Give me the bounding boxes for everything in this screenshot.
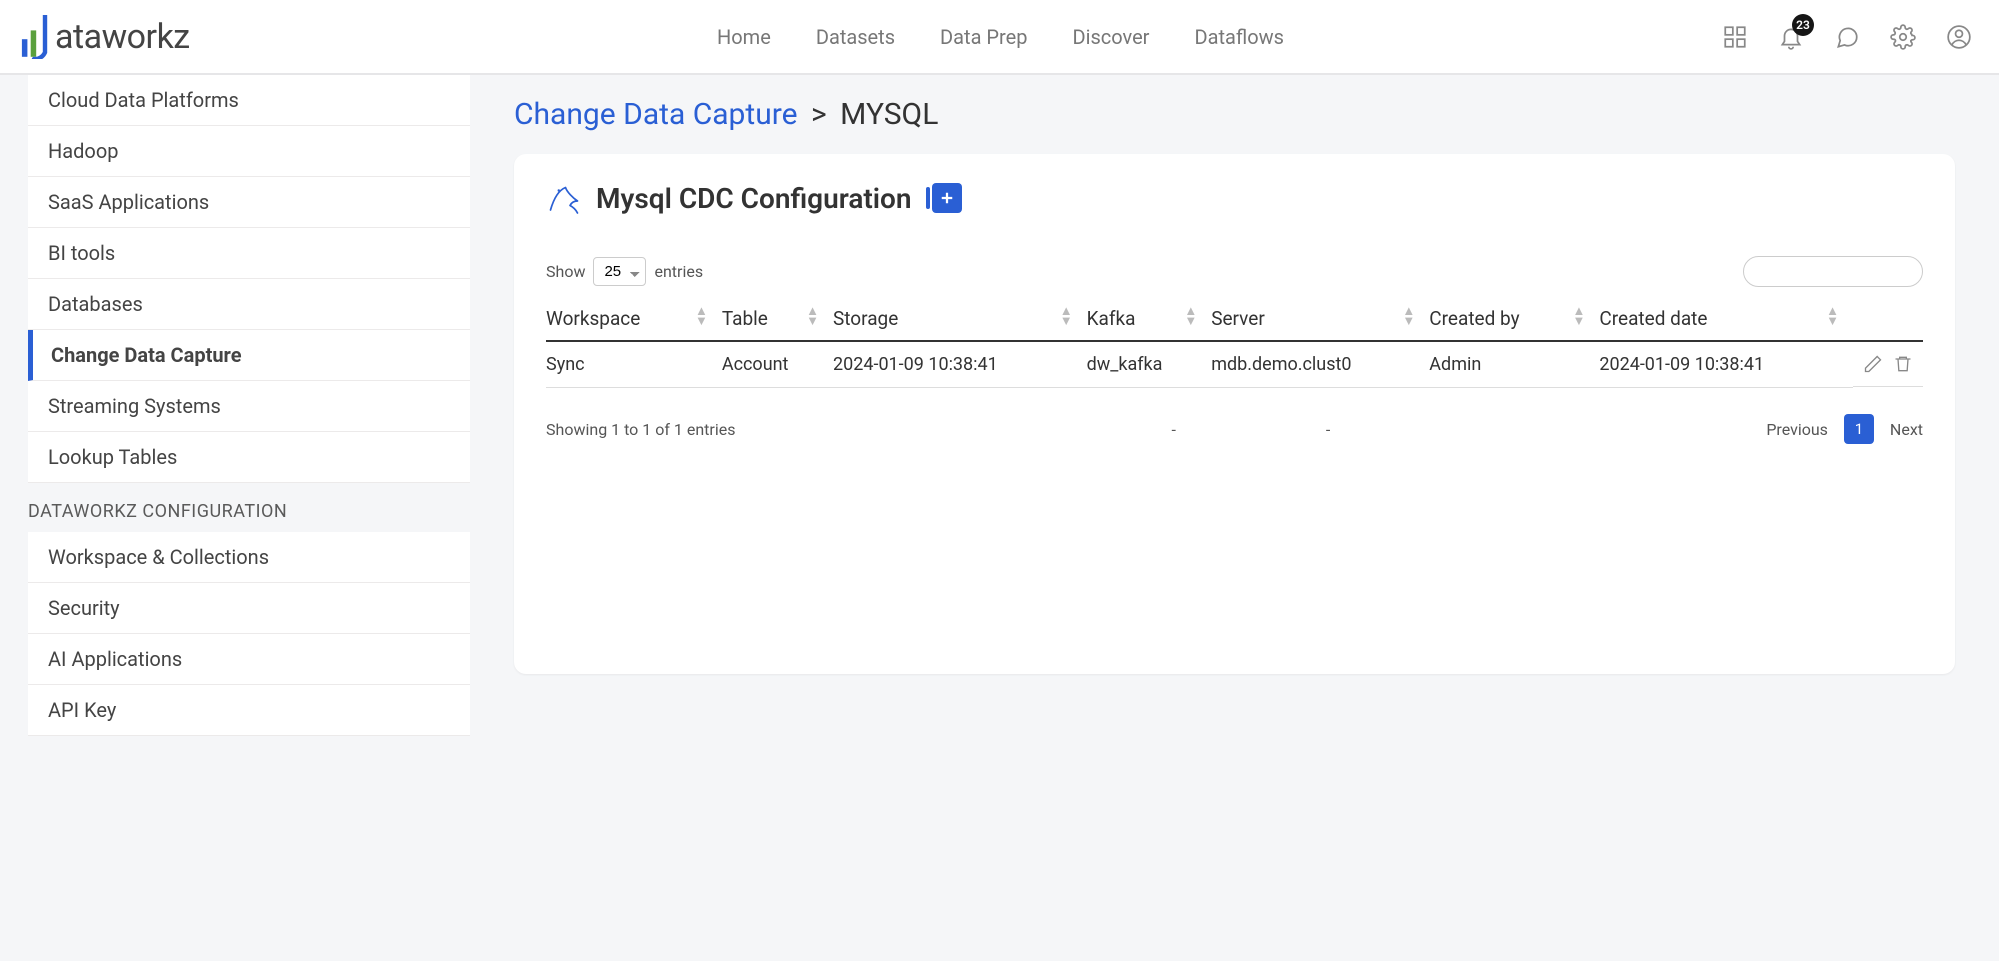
entries-select[interactable]: 25 bbox=[593, 257, 646, 286]
config-table: Workspace▲▼Table▲▼Storage▲▼Kafka▲▼Server… bbox=[546, 297, 1923, 388]
breadcrumb-sep: > bbox=[811, 97, 827, 132]
sidebar: Cloud Data PlatformsHadoopSaaS Applicati… bbox=[0, 75, 470, 961]
page-1[interactable]: 1 bbox=[1844, 414, 1874, 444]
delete-icon[interactable] bbox=[1893, 354, 1913, 374]
col-actions bbox=[1853, 297, 1923, 341]
add-config-button[interactable] bbox=[932, 183, 962, 213]
mysql-icon bbox=[546, 180, 582, 216]
sidebar-item-workspace-collections[interactable]: Workspace & Collections bbox=[28, 532, 470, 583]
cell-storage: 2024-01-09 10:38:41 bbox=[833, 341, 1087, 388]
logo-icon bbox=[20, 15, 48, 59]
sort-icon: ▲▼ bbox=[1402, 307, 1415, 327]
next-page[interactable]: Next bbox=[1890, 420, 1923, 439]
col-created-date[interactable]: Created date▲▼ bbox=[1599, 297, 1853, 341]
sort-icon: ▲▼ bbox=[1826, 307, 1839, 327]
config-panel: Mysql CDC Configuration Show 25 entries bbox=[514, 154, 1955, 674]
sort-icon: ▲▼ bbox=[1572, 307, 1585, 327]
nav-datasets[interactable]: Datasets bbox=[816, 25, 895, 49]
cell-created_date: 2024-01-09 10:38:41 bbox=[1599, 341, 1853, 388]
sidebar-item-api-key[interactable]: API Key bbox=[28, 685, 470, 736]
apps-icon[interactable] bbox=[1721, 23, 1749, 51]
notif-badge: 23 bbox=[1792, 14, 1814, 36]
sidebar-item-lookup-tables[interactable]: Lookup Tables bbox=[28, 432, 470, 483]
top-nav: Home Datasets Data Prep Discover Dataflo… bbox=[320, 25, 1681, 49]
col-created-by[interactable]: Created by▲▼ bbox=[1429, 297, 1599, 341]
sidebar-item-change-data-capture[interactable]: Change Data Capture bbox=[28, 330, 470, 381]
sort-icon: ▲▼ bbox=[806, 307, 819, 327]
logo[interactable]: ataworkz bbox=[20, 15, 280, 59]
col-workspace[interactable]: Workspace▲▼ bbox=[546, 297, 722, 341]
header: ataworkz Home Datasets Data Prep Discove… bbox=[0, 0, 1999, 75]
nav-data-prep[interactable]: Data Prep bbox=[940, 25, 1027, 49]
nav-home[interactable]: Home bbox=[717, 25, 771, 49]
content: Change Data Capture > MYSQL Mysql CDC Co… bbox=[470, 75, 1999, 961]
sidebar-item-hadoop[interactable]: Hadoop bbox=[28, 126, 470, 177]
show-label-post: entries bbox=[654, 262, 703, 281]
cell-server: mdb.demo.clust0 bbox=[1211, 341, 1429, 388]
breadcrumb-root[interactable]: Change Data Capture bbox=[514, 97, 798, 132]
search-input[interactable] bbox=[1743, 256, 1923, 287]
gear-icon[interactable] bbox=[1889, 23, 1917, 51]
cell-created_by: Admin bbox=[1429, 341, 1599, 388]
sidebar-item-streaming-systems[interactable]: Streaming Systems bbox=[28, 381, 470, 432]
cell-kafka: dw_kafka bbox=[1087, 341, 1212, 388]
sidebar-item-security[interactable]: Security bbox=[28, 583, 470, 634]
col-table[interactable]: Table▲▼ bbox=[722, 297, 833, 341]
cell-actions bbox=[1853, 342, 1923, 387]
sidebar-item-cloud-data-platforms[interactable]: Cloud Data Platforms bbox=[28, 75, 470, 126]
pagination: Previous 1 Next bbox=[1766, 414, 1923, 444]
prev-page[interactable]: Previous bbox=[1766, 420, 1828, 439]
cell-workspace: Sync bbox=[546, 341, 722, 388]
breadcrumb-leaf: MYSQL bbox=[840, 97, 938, 132]
sort-icon: ▲▼ bbox=[1184, 307, 1197, 327]
sidebar-item-saas-applications[interactable]: SaaS Applications bbox=[28, 177, 470, 228]
sidebar-item-bi-tools[interactable]: BI tools bbox=[28, 228, 470, 279]
col-storage[interactable]: Storage▲▼ bbox=[833, 297, 1087, 341]
nav-discover[interactable]: Discover bbox=[1072, 25, 1149, 49]
sidebar-item-databases[interactable]: Databases bbox=[28, 279, 470, 330]
col-kafka[interactable]: Kafka▲▼ bbox=[1087, 297, 1212, 341]
footer-dashes: -- bbox=[735, 420, 1766, 439]
user-icon[interactable] bbox=[1945, 23, 1973, 51]
sidebar-section-title: DATAWORKZ CONFIGURATION bbox=[0, 483, 470, 532]
bell-icon[interactable]: 23 bbox=[1777, 23, 1805, 51]
breadcrumb: Change Data Capture > MYSQL bbox=[514, 97, 1955, 132]
header-actions: 23 bbox=[1721, 23, 1979, 51]
table-info: Showing 1 to 1 of 1 entries bbox=[546, 420, 735, 439]
nav-dataflows[interactable]: Dataflows bbox=[1194, 25, 1284, 49]
cell-table: Account bbox=[722, 341, 833, 388]
sort-icon: ▲▼ bbox=[1060, 307, 1073, 327]
sort-icon: ▲▼ bbox=[695, 307, 708, 327]
table-row: SyncAccount2024-01-09 10:38:41dw_kafkamd… bbox=[546, 341, 1923, 388]
col-server[interactable]: Server▲▼ bbox=[1211, 297, 1429, 341]
show-label-pre: Show bbox=[546, 262, 585, 281]
sidebar-item-ai-applications[interactable]: AI Applications bbox=[28, 634, 470, 685]
chat-icon[interactable] bbox=[1833, 23, 1861, 51]
logo-text: ataworkz bbox=[55, 17, 190, 57]
panel-title: Mysql CDC Configuration bbox=[596, 182, 912, 215]
edit-icon[interactable] bbox=[1863, 354, 1883, 374]
